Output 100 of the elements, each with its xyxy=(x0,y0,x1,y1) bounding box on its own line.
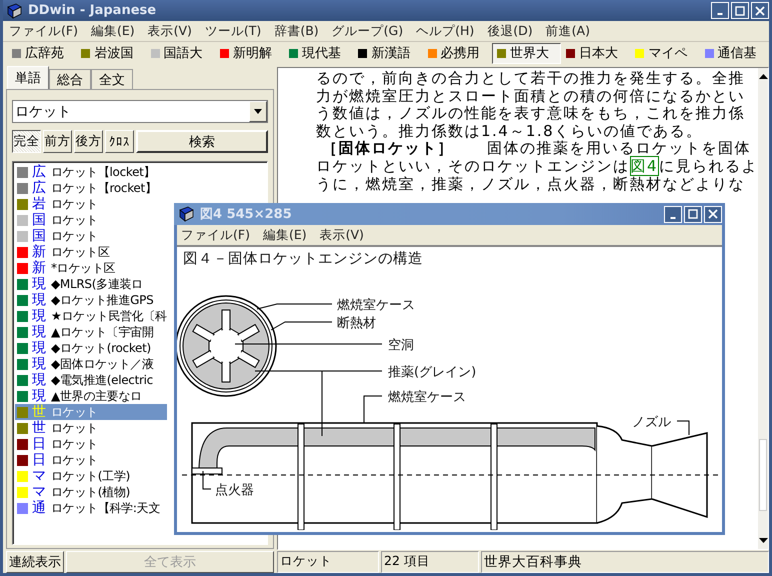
tab[interactable]: 単語 xyxy=(7,66,49,89)
result-item[interactable]: 国 ロケット xyxy=(15,212,167,228)
close-button[interactable] xyxy=(751,2,769,19)
result-item[interactable]: 国 ロケット xyxy=(15,228,167,244)
result-item[interactable]: 広 ロケット【locket】 xyxy=(15,164,167,180)
result-item[interactable]: マ ロケット(植物) xyxy=(15,484,167,500)
result-title: ロケット xyxy=(51,452,98,468)
dropdown-button[interactable] xyxy=(249,101,267,122)
menu-item[interactable]: ファイル(F) xyxy=(9,22,78,40)
result-item[interactable]: マ ロケット(工学) xyxy=(15,468,167,484)
window-title: DDwin - Japanese xyxy=(28,3,158,18)
menu-item[interactable]: 表示(V) xyxy=(148,22,192,40)
menu-item[interactable]: 表示(V) xyxy=(320,226,364,244)
maximize-button[interactable] xyxy=(684,206,702,222)
result-item[interactable]: 通 ロケット【科学:天文 xyxy=(15,500,167,516)
result-item[interactable]: 岩 ロケット xyxy=(15,196,167,212)
dictionary-button[interactable]: 広辞苑 xyxy=(7,42,76,64)
article-text-line: 数という。推力係数は1.4～1.8くらいの値である。 xyxy=(316,122,704,140)
tab[interactable]: 全文 xyxy=(91,69,133,89)
result-title: ロケット xyxy=(51,404,98,420)
mode-button[interactable]: 完全 xyxy=(12,130,41,153)
close-icon xyxy=(755,6,765,16)
minimize-button[interactable] xyxy=(664,206,682,222)
result-item[interactable]: 日 ロケット xyxy=(15,452,167,468)
figure-link[interactable]: 図4 xyxy=(630,156,660,176)
result-title: ロケット xyxy=(51,228,98,244)
dictionary-abbreviation: 広 xyxy=(32,179,47,196)
result-title: ◆MLRS(多連装ロ xyxy=(51,276,143,292)
search-combo[interactable]: ロケット xyxy=(12,100,268,123)
maximize-icon xyxy=(688,209,698,219)
status-field: ロケット xyxy=(277,551,379,573)
mode-button[interactable]: ｸﾛｽ xyxy=(105,130,134,153)
scroll-thumb[interactable] xyxy=(759,439,767,511)
dictionary-button[interactable]: マイペ xyxy=(630,42,700,64)
diagram-label: ノズル xyxy=(632,415,671,430)
dictionary-abbreviation: 日 xyxy=(32,435,47,453)
diagram-label: 空洞 xyxy=(388,338,414,353)
dictionary-button[interactable]: 岩波国 xyxy=(76,42,146,64)
tab[interactable]: 総合 xyxy=(49,69,91,89)
result-title: ロケット xyxy=(51,436,98,452)
result-title: ★ロケット民営化〔科 xyxy=(51,308,167,324)
action-button[interactable]: 連続表示 xyxy=(6,551,64,573)
dictionary-abbreviation: 現 xyxy=(32,275,47,293)
result-item[interactable]: 日 ロケット xyxy=(15,436,167,452)
status-field: 世界大百科事典 xyxy=(481,551,769,573)
result-title: ◆ロケット(rocket) xyxy=(51,340,151,356)
maximize-button[interactable] xyxy=(731,2,749,19)
result-item[interactable]: 現 ◆電気推進(electric xyxy=(15,372,167,388)
mode-button[interactable]: 後方 xyxy=(74,130,103,153)
dictionary-abbreviation: 通 xyxy=(32,499,47,517)
dictionary-button[interactable]: 通信基 xyxy=(700,42,769,64)
dictionary-abbreviation: 現 xyxy=(32,323,47,341)
result-item[interactable]: 現 ◆ロケット(rocket) xyxy=(15,340,167,356)
vertical-scrollbar[interactable] xyxy=(758,68,768,549)
result-title: ロケット【rocket】 xyxy=(51,180,157,196)
dictionary-abbreviation: 岩 xyxy=(32,195,47,213)
dictionary-abbreviation: 世 xyxy=(32,419,47,437)
menu-item[interactable]: 編集(E) xyxy=(90,22,135,40)
menu-item[interactable]: 辞書(B) xyxy=(274,22,319,40)
minimize-button[interactable] xyxy=(711,2,729,19)
dictionary-button[interactable]: 世界大 xyxy=(492,42,562,64)
result-item[interactable]: 現 ◆固体ロケット／液 xyxy=(15,356,167,372)
result-item[interactable]: 現 ◆ロケット推進GPS xyxy=(15,292,167,308)
menu-item[interactable]: 前進(A) xyxy=(546,22,590,40)
menu-item[interactable]: ファイル(F) xyxy=(181,226,250,244)
result-item[interactable]: 現 ▲ロケット〔宇宙開 xyxy=(15,324,167,340)
result-item[interactable]: 新 *ロケット区 xyxy=(15,260,167,276)
dictionary-button[interactable]: 必携用 xyxy=(422,42,492,64)
search-button[interactable]: 検索 xyxy=(136,130,268,153)
article-text-line: ロケットといい，そのロケットエンジンは 図4 に見られるよ xyxy=(316,158,758,176)
scroll-up-icon[interactable] xyxy=(758,74,768,79)
window-title: 図4 545×285 xyxy=(200,206,293,223)
mode-button[interactable]: 前方 xyxy=(43,130,72,153)
menu-item[interactable]: 編集(E) xyxy=(262,226,307,244)
dictionary-button[interactable]: 国語大 xyxy=(146,42,215,64)
result-item[interactable]: 広 ロケット【rocket】 xyxy=(15,180,167,196)
dictionary-abbreviation: マ xyxy=(32,467,47,485)
result-item[interactable]: 現 ▲世界の主要なロ xyxy=(15,388,167,404)
result-item[interactable]: 新 ロケット区 xyxy=(15,244,167,260)
dictionary-abbreviation: 国 xyxy=(32,211,47,229)
article-text-line: うに，燃焼室，推薬，ノズル，点火器，断熱材などよりな xyxy=(316,176,746,194)
dictionary-button[interactable]: 日本大 xyxy=(561,42,630,64)
dictionary-abbreviation: 現 xyxy=(32,387,47,404)
result-item[interactable]: 現 ★ロケット民営化〔科 xyxy=(15,308,167,324)
dictionary-button[interactable]: 新漢語 xyxy=(353,42,423,64)
close-button[interactable] xyxy=(704,206,722,222)
menu-item[interactable]: 後退(D) xyxy=(487,22,533,40)
minimize-icon xyxy=(670,216,676,218)
menu-item[interactable]: ツール(T) xyxy=(204,22,262,40)
result-item[interactable]: 世 ロケット xyxy=(15,420,167,436)
dictionary-button[interactable]: 新明解 xyxy=(214,42,284,64)
menu-item[interactable]: グループ(G) xyxy=(332,22,404,40)
dictionary-abbreviation: 広 xyxy=(32,163,47,180)
menu-item[interactable]: ヘルプ(H) xyxy=(416,22,474,40)
article-text-line: う数値は，ノズルの性能を表す意味をもち，これを推力係 xyxy=(316,105,746,123)
article-text-line: ［固体ロケット］ 固体の推薬を用いるロケットを固体 xyxy=(321,140,752,158)
dictionary-button[interactable]: 現代基 xyxy=(284,42,354,64)
diagram-label: 断熱材 xyxy=(337,316,376,331)
result-item[interactable]: 現 ◆MLRS(多連装ロ xyxy=(15,276,167,292)
scroll-down-icon[interactable] xyxy=(758,538,768,543)
